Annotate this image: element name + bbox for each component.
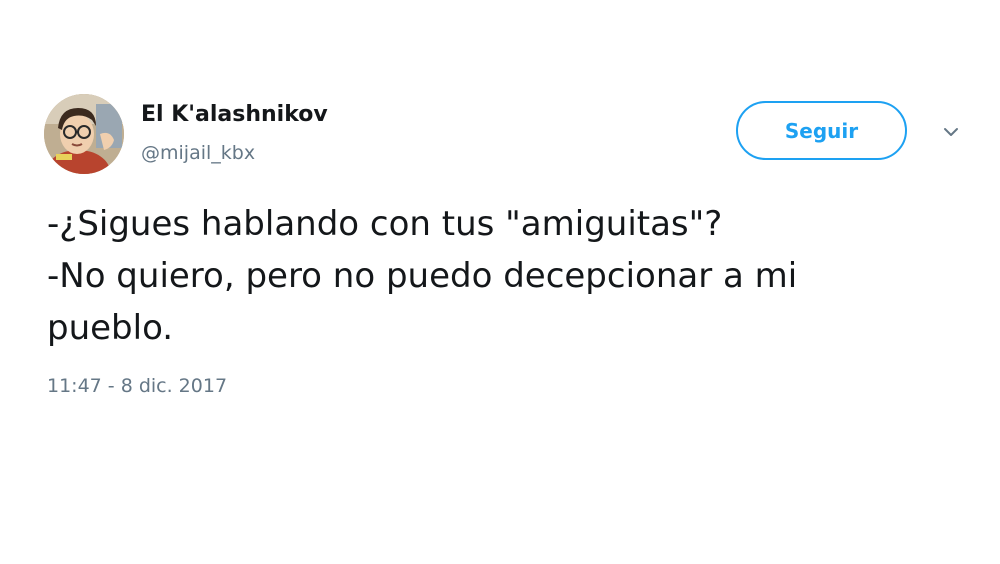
tweet-timestamp[interactable]: 11:47 - 8 dic. 2017 (47, 375, 227, 397)
avatar[interactable] (44, 94, 124, 174)
tweet-text: -¿Sigues hablando con tus "amiguitas"? -… (47, 198, 977, 354)
tweet-card: El K'alashnikov @mijail_kbx Seguir -¿Sig… (0, 0, 1000, 564)
more-options-button[interactable] (938, 122, 964, 142)
follow-button[interactable]: Seguir (736, 101, 907, 160)
cartoon-character-avatar-icon (44, 94, 124, 174)
tweet-text-line: pueblo. (47, 308, 174, 348)
author-handle[interactable]: @mijail_kbx (141, 142, 255, 164)
author-display-name[interactable]: El K'alashnikov (141, 102, 328, 127)
tweet-text-line: -¿Sigues hablando con tus "amiguitas"? (47, 204, 723, 244)
tweet-text-line: -No quiero, pero no puedo decepcionar a … (47, 256, 798, 296)
chevron-down-icon (944, 128, 958, 136)
